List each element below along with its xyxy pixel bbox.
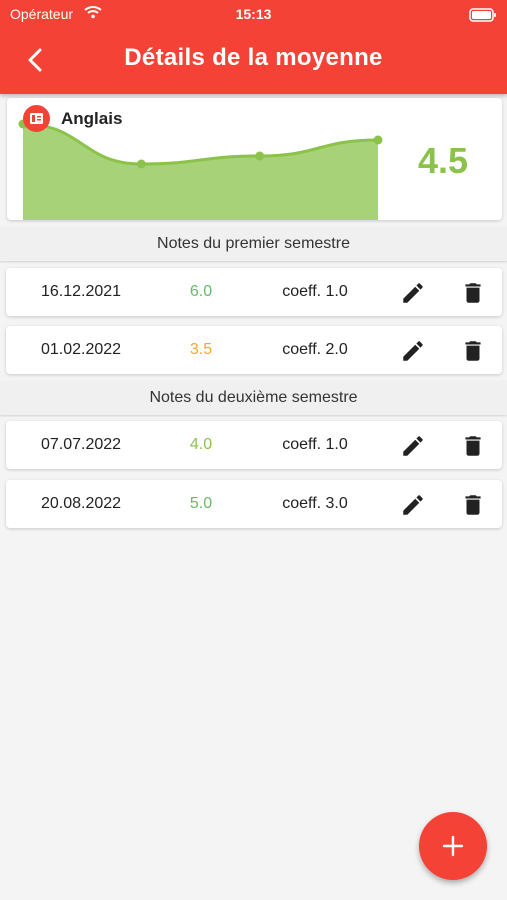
subject-badge	[23, 105, 50, 132]
section-header-semester-2: Notes du deuxième semestre	[0, 381, 507, 415]
chart-point	[255, 151, 265, 161]
delete-grade-button[interactable]	[460, 492, 486, 518]
grade-row: 16.12.2021 6.0 coeff. 1.0	[6, 268, 502, 316]
edit-grade-button[interactable]	[400, 492, 426, 518]
edit-grade-button[interactable]	[400, 433, 426, 459]
grade-coefficient: coeff. 1.0	[282, 436, 348, 453]
chart-point	[373, 135, 383, 145]
grade-value: 3.5	[189, 341, 213, 358]
trash-icon	[465, 341, 481, 361]
pencil-icon	[403, 436, 423, 456]
grade-coefficient: coeff. 2.0	[282, 341, 348, 358]
delete-grade-button[interactable]	[460, 433, 486, 459]
grade-date: 16.12.2021	[40, 283, 122, 300]
section-header-semester-1: Notes du premier semestre	[0, 227, 507, 261]
grade-coefficient: coeff. 3.0	[282, 495, 348, 512]
trash-icon	[465, 495, 481, 515]
trash-icon	[465, 283, 481, 303]
grade-date: 01.02.2022	[40, 341, 122, 358]
grade-date: 20.08.2022	[40, 495, 122, 512]
subject-card: Anglais 4.5	[7, 98, 502, 220]
average-value: 4.5	[417, 140, 468, 181]
book-icon	[30, 113, 43, 124]
grade-value: 4.0	[189, 436, 213, 453]
delete-grade-button[interactable]	[460, 338, 486, 364]
plus-icon	[442, 835, 464, 857]
pencil-icon	[403, 495, 423, 515]
battery-icon	[469, 8, 497, 27]
trash-icon	[465, 436, 481, 456]
grade-date: 07.07.2022	[40, 436, 122, 453]
edit-grade-button[interactable]	[400, 338, 426, 364]
add-grade-button[interactable]	[419, 812, 487, 880]
pencil-icon	[403, 341, 423, 361]
grade-value: 6.0	[189, 283, 213, 300]
pencil-icon	[403, 283, 423, 303]
subject-name: Anglais	[61, 109, 123, 128]
delete-grade-button[interactable]	[460, 280, 486, 306]
app-header: Opérateur 15:13 Détails de la moyenne	[0, 0, 507, 94]
grade-row: 07.07.2022 4.0 coeff. 1.0	[6, 421, 502, 469]
grade-row: 01.02.2022 3.5 coeff. 2.0	[6, 326, 502, 374]
grade-coefficient: coeff. 1.0	[282, 283, 348, 300]
page-title: Détails de la moyenne	[124, 44, 383, 71]
edit-grade-button[interactable]	[400, 280, 426, 306]
status-bar: Opérateur 15:13	[0, 0, 507, 30]
chart-point	[136, 159, 146, 169]
grade-row: 20.08.2022 5.0 coeff. 3.0	[6, 480, 502, 528]
grade-value: 5.0	[189, 495, 213, 512]
status-time: 15:13	[235, 6, 272, 22]
